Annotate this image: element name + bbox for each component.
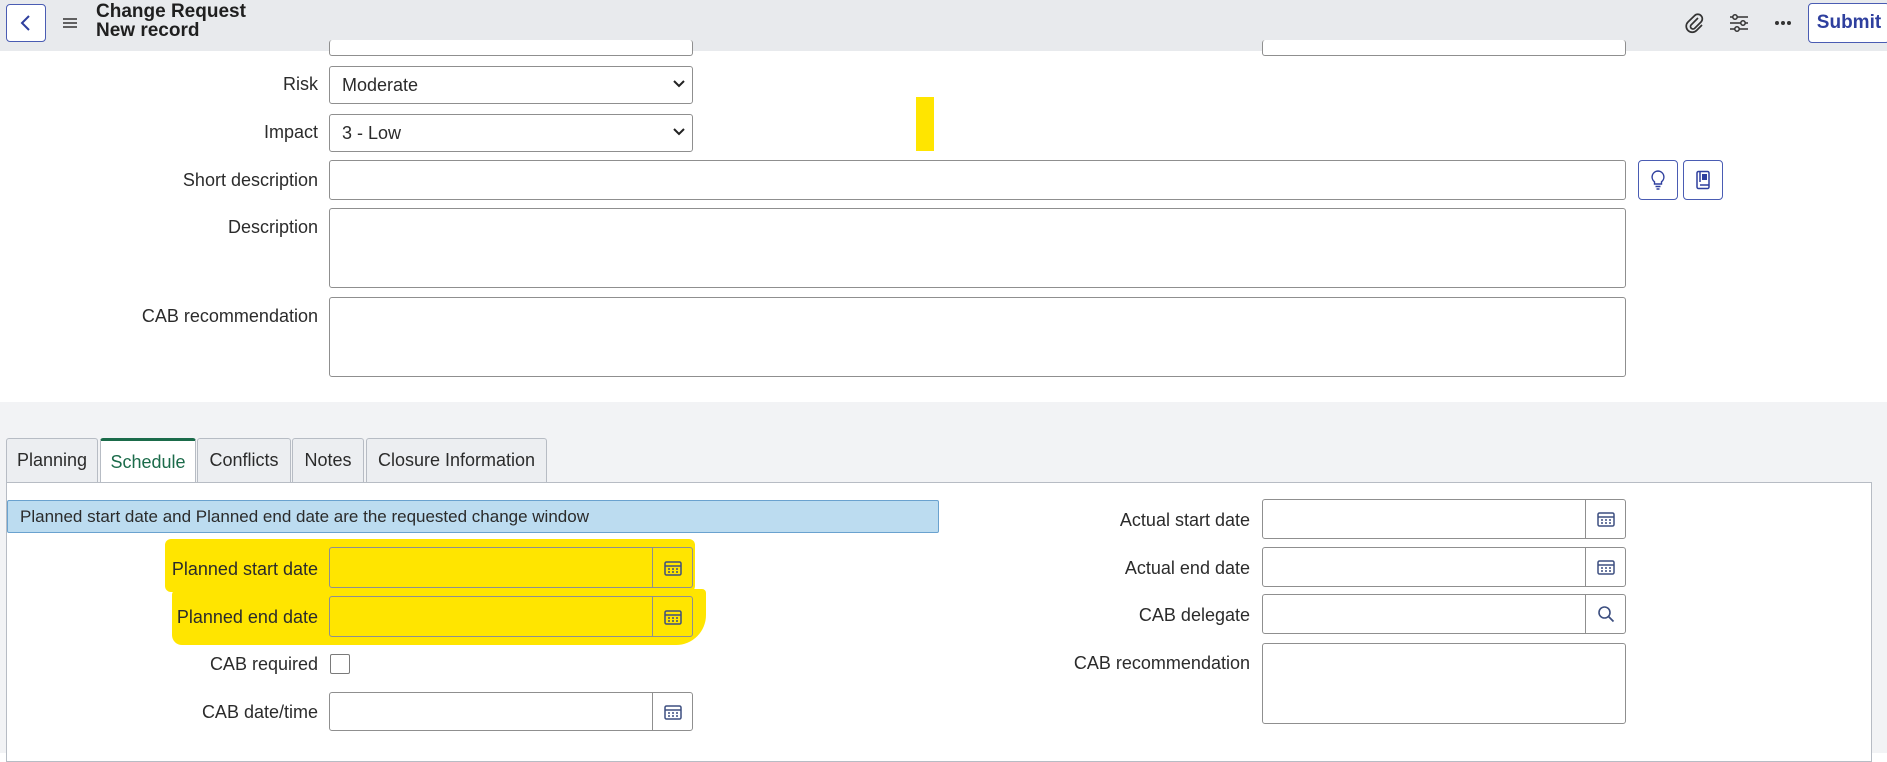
- schedule-cab-recommendation-textarea[interactable]: [1262, 643, 1626, 724]
- description-label: Description: [227, 217, 318, 237]
- risk-select[interactable]: Moderate: [329, 66, 693, 104]
- calendar-icon: [663, 609, 682, 625]
- paperclip-icon[interactable]: [1681, 10, 1707, 36]
- short-description-input[interactable]: [329, 160, 1626, 200]
- cab-delegate-lookup-button[interactable]: [1585, 595, 1625, 633]
- back-button[interactable]: [6, 4, 46, 42]
- schedule-cab-recommendation-label: CAB recommendation: [1073, 653, 1250, 673]
- planned-end-calendar-button[interactable]: [652, 597, 692, 636]
- planned-start-calendar-button[interactable]: [652, 548, 692, 587]
- tab-notes[interactable]: Notes: [292, 438, 364, 482]
- planned-end-date-label: Planned end date: [176, 607, 318, 627]
- lightbulb-icon: [1651, 170, 1665, 190]
- cab-delegate-label: CAB delegate: [1138, 605, 1250, 625]
- knowledge-button[interactable]: [1683, 160, 1723, 200]
- cab-datetime-input[interactable]: [329, 692, 693, 731]
- cab-required-label: CAB required: [209, 654, 318, 674]
- impact-label: Impact: [263, 122, 318, 142]
- suggestion-button[interactable]: [1638, 160, 1678, 200]
- actual-end-date-input[interactable]: [1262, 547, 1626, 587]
- actual-start-calendar-button[interactable]: [1585, 500, 1625, 538]
- cab-recommendation-textarea[interactable]: [329, 297, 1626, 377]
- partial-field-right: [1262, 40, 1626, 56]
- planned-start-date-input[interactable]: [329, 547, 693, 588]
- form-subtitle: New record: [96, 20, 200, 41]
- risk-value: Moderate: [342, 74, 419, 95]
- calendar-icon: [1596, 512, 1615, 527]
- cab-recommendation-label: CAB recommendation: [141, 306, 318, 326]
- cab-datetime-calendar-button[interactable]: [652, 693, 692, 730]
- actual-end-calendar-button[interactable]: [1585, 548, 1625, 586]
- highlight-mark: [916, 97, 934, 151]
- impact-value: 3 - Low: [342, 122, 402, 143]
- impact-select[interactable]: 3 - Low: [329, 114, 693, 152]
- chevron-left-icon: [20, 15, 30, 31]
- schedule-info-banner: Planned start date and Planned end date …: [7, 500, 939, 533]
- tab-schedule[interactable]: Schedule: [100, 438, 196, 484]
- tab-planning[interactable]: Planning: [6, 438, 98, 482]
- short-description-label: Short description: [182, 170, 318, 190]
- more-icon[interactable]: [1770, 10, 1796, 36]
- calendar-icon: [663, 704, 682, 720]
- actual-end-date-label: Actual end date: [1124, 558, 1250, 578]
- actual-start-date-label: Actual start date: [1119, 510, 1250, 530]
- partial-field-left: [329, 40, 693, 56]
- calendar-icon: [663, 560, 682, 576]
- search-icon: [1597, 606, 1614, 623]
- tab-closure-information[interactable]: Closure Information: [366, 438, 547, 482]
- chevron-down-icon: [673, 128, 685, 136]
- tab-conflicts[interactable]: Conflicts: [197, 438, 291, 482]
- cab-required-checkbox[interactable]: [330, 654, 350, 674]
- planned-end-date-input[interactable]: [329, 596, 693, 637]
- sliders-icon[interactable]: [1726, 10, 1752, 36]
- risk-label: Risk: [283, 74, 318, 94]
- submit-button[interactable]: Submit: [1808, 3, 1887, 43]
- calendar-icon: [1596, 560, 1615, 575]
- book-icon: [1696, 170, 1710, 190]
- form-title: Change Request: [96, 1, 246, 22]
- chevron-down-icon: [673, 80, 685, 88]
- actual-start-date-input[interactable]: [1262, 499, 1626, 539]
- menu-icon[interactable]: [60, 13, 80, 33]
- description-textarea[interactable]: [329, 208, 1626, 288]
- cab-datetime-label: CAB date/time: [201, 702, 318, 722]
- cab-delegate-input[interactable]: [1262, 594, 1626, 634]
- planned-start-date-label: Planned start date: [171, 559, 318, 579]
